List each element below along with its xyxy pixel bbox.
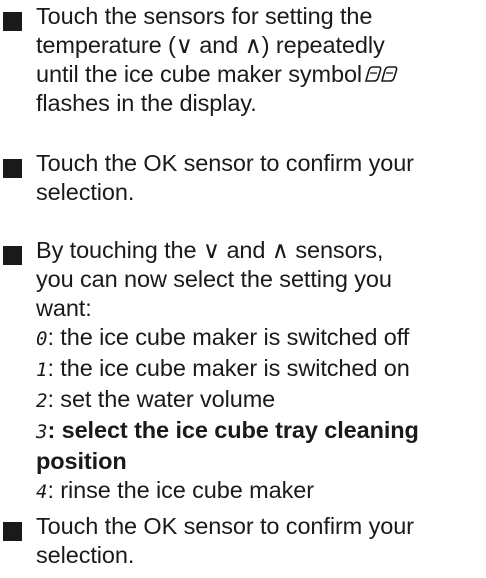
option-line-1: 1: the ice cube maker is switched on — [36, 354, 419, 385]
option-text: : set the water volume — [47, 386, 276, 412]
option-text-bold: : select the ice cube tray cleaning — [47, 417, 419, 443]
text-segment: until the ice cube maker symbol — [36, 61, 363, 87]
option-line-2: 2: set the water volume — [36, 385, 419, 416]
bullet-square-icon — [3, 12, 22, 31]
option-digit: 0 — [36, 328, 48, 350]
bullet-square-icon — [3, 159, 22, 178]
instruction-step-confirm: Touch the OK sensor to confirm your sele… — [0, 149, 414, 207]
option-line-4: 4: rinse the ice cube maker — [36, 476, 419, 507]
option-line-3-continuation: position — [36, 448, 127, 474]
text-line: temperature (∨ and ∧) repeatedly — [36, 32, 385, 58]
ice-cube-maker-icon — [365, 66, 398, 82]
option-digit: 2 — [36, 390, 48, 412]
text-line: you can now select the setting you — [36, 266, 392, 292]
option-line-0: 0: the ice cube maker is switched off — [36, 323, 419, 354]
option-line-3: 3: select the ice cube tray cleaning — [36, 416, 419, 447]
text-line: want: — [36, 295, 92, 321]
text-line: By touching the ∨ and ∧ sensors, — [36, 237, 384, 263]
bullet-square-icon — [3, 522, 22, 541]
option-text: : rinse the ice cube maker — [47, 477, 314, 503]
text-line: Touch the sensors for setting the — [36, 3, 373, 29]
text-line: until the ice cube maker symbol — [36, 60, 400, 89]
text-line: flashes in the display. — [36, 90, 257, 116]
text-line: Touch the OK sensor to confirm your — [36, 150, 414, 176]
bullet-square-icon — [3, 246, 22, 265]
option-digit: 4 — [36, 481, 48, 503]
text-line: Touch the OK sensor to confirm your — [36, 513, 414, 539]
instruction-step-select-setting: By touching the ∨ and ∧ sensors, you can… — [0, 236, 419, 507]
text-line: selection. — [36, 542, 135, 568]
option-digit: 1 — [36, 359, 48, 381]
text-line: selection. — [36, 179, 135, 205]
option-digit: 3 — [36, 421, 48, 443]
option-text: : the ice cube maker is switched on — [47, 355, 410, 381]
instruction-step-confirm-final: Touch the OK sensor to confirm your sele… — [0, 512, 414, 570]
option-text: : the ice cube maker is switched off — [47, 324, 410, 350]
instruction-step-select-icemaker: Touch the sensors for setting the temper… — [0, 2, 400, 118]
